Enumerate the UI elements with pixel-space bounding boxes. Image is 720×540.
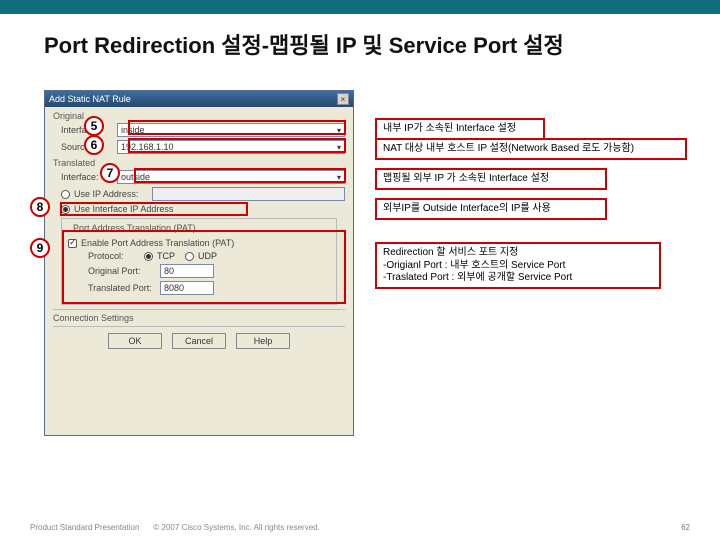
group-translated: Translated [53, 158, 345, 168]
footer-left: Product Standard Presentation [30, 523, 139, 532]
cancel-button[interactable]: Cancel [172, 333, 226, 349]
badge-9: 9 [30, 238, 50, 258]
use-ip-radio[interactable] [61, 190, 70, 199]
callout-5: 내부 IP가 소속된 Interface 설정 [375, 118, 545, 140]
label-use-ip: Use IP Address: [74, 189, 152, 199]
close-icon[interactable]: × [337, 93, 349, 105]
callout-9: Redirection 할 서비스 포트 지정 -Origianl Port :… [375, 242, 661, 289]
page-title: Port Redirection 설정-맵핑될 IP 및 Service Por… [0, 14, 720, 70]
callout-8: 외부IP를 Outside Interface의 IP를 사용 [375, 198, 607, 220]
callout-9-line3: -Traslated Port : 외부에 공개할 Service Port [383, 272, 572, 283]
dialog-title: Add Static NAT Rule [49, 94, 131, 104]
page-number: 62 [681, 523, 690, 532]
highlight-5 [128, 120, 346, 135]
badge-7: 7 [100, 163, 120, 183]
badge-8: 8 [30, 197, 50, 217]
group-conn: Connection Settings [53, 313, 345, 323]
highlight-8 [60, 202, 248, 216]
footer: Product Standard Presentation © 2007 Cis… [30, 523, 690, 532]
callout-6: NAT 대상 내부 호스트 IP 설정(Network Based 로도 가능함… [375, 138, 687, 160]
ip-address-field[interactable] [152, 187, 345, 201]
badge-6: 6 [84, 135, 104, 155]
callout-7: 맵핑될 외부 IP 가 소속된 Interface 설정 [375, 168, 607, 190]
badge-5: 5 [84, 116, 104, 136]
callout-9-line2: -Origianl Port : 내부 호스트의 Service Port [383, 260, 565, 271]
callout-9-line1: Redirection 할 서비스 포트 지정 [383, 247, 518, 258]
help-button[interactable]: Help [236, 333, 290, 349]
highlight-9 [62, 230, 346, 304]
highlight-6 [128, 138, 346, 153]
ok-button[interactable]: OK [108, 333, 162, 349]
dialog-titlebar: Add Static NAT Rule × [45, 91, 353, 107]
footer-copyright: © 2007 Cisco Systems, Inc. All rights re… [153, 523, 319, 532]
highlight-7 [134, 168, 346, 183]
